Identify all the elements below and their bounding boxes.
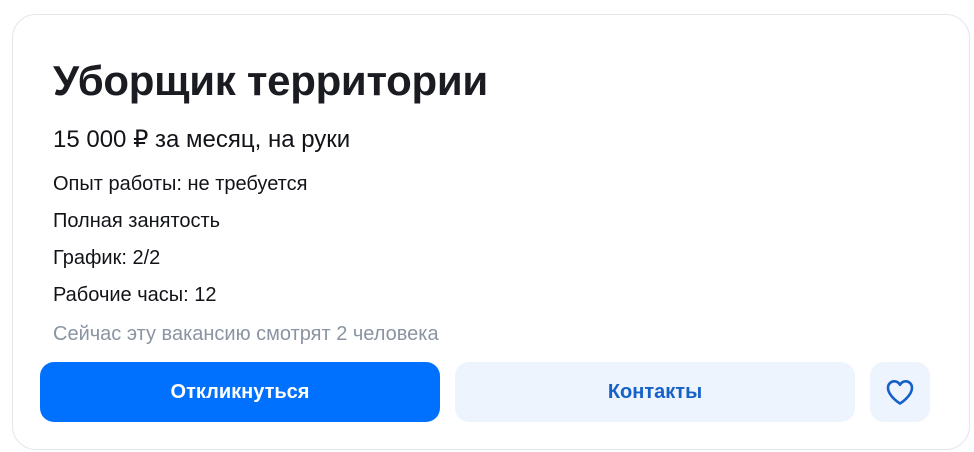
contacts-button-label: Контакты: [607, 380, 703, 403]
vacancy-employment: Полная занятость: [53, 210, 221, 232]
vacancy-salary: 15 000 ₽ за месяц, на руки: [53, 126, 351, 153]
heart-icon: [886, 380, 914, 405]
vacancy-schedule: График: 2/2: [53, 247, 161, 269]
favorite-button[interactable]: [870, 362, 930, 422]
vacancy-working-hours: Рабочие часы: 12: [53, 284, 217, 306]
vacancy-viewers: Сейчас эту вакансию смотрят 2 человека: [53, 323, 439, 345]
contacts-button[interactable]: Контакты: [455, 362, 855, 422]
vacancy-title[interactable]: Уборщик территории: [53, 55, 488, 107]
respond-button-label: Откликнуться: [170, 380, 310, 403]
respond-button[interactable]: Откликнуться: [40, 362, 440, 422]
vacancy-experience: Опыт работы: не требуется: [53, 173, 308, 195]
